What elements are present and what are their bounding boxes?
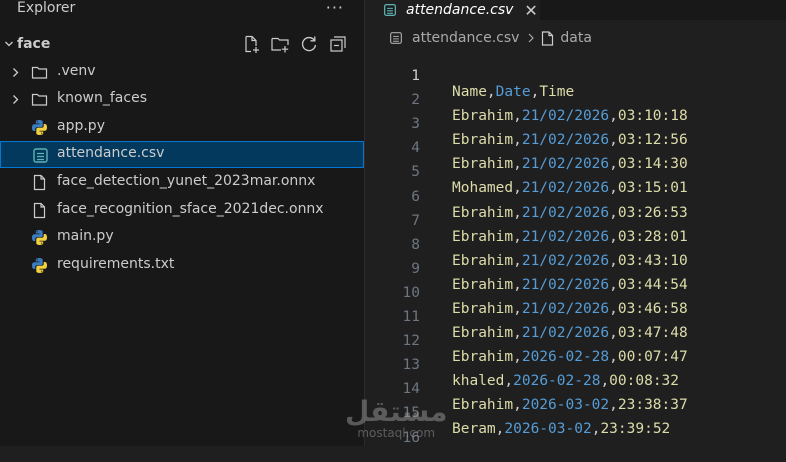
- line-text: Ebrahim,2026-02-28,00:07:47: [452, 349, 688, 366]
- chevron-down-icon: [5, 41, 13, 47]
- more-icon[interactable]: ···: [326, 0, 344, 17]
- tree-item-label: app.py: [57, 118, 105, 134]
- tree-item-requirements-txt[interactable]: requirements.txt: [0, 252, 364, 279]
- tree-item-main-py[interactable]: main.py: [0, 224, 364, 251]
- code-line: 2 Ebrahim,21/02/2026,03:10:18: [366, 76, 687, 124]
- code-line: 1 Name,Date,Time: [366, 52, 574, 100]
- watermark-logo: مستقل: [345, 395, 448, 428]
- tree-item-label: attendance.csv: [57, 145, 165, 161]
- line-text: Ebrahim,21/02/2026,03:46:58: [452, 300, 688, 317]
- file-icon: [542, 30, 554, 46]
- code-line: 3 Ebrahim,21/02/2026,03:12:56: [366, 100, 687, 148]
- code-line: 14 Ebrahim,2026-03-02,23:38:37: [366, 365, 688, 413]
- line-text: Ebrahim,21/02/2026,03:12:56: [452, 132, 688, 149]
- new-file-icon[interactable]: [241, 34, 261, 54]
- tree-item-face-detection-onnx[interactable]: face_detection_yunet_2023mar.onnx: [0, 169, 364, 196]
- python-icon: [32, 230, 47, 245]
- refresh-icon[interactable]: [299, 34, 319, 54]
- line-text: Ebrahim,21/02/2026,03:10:18: [452, 108, 688, 125]
- tree-item-face-recognition-onnx[interactable]: face_recognition_sface_2021dec.onnx: [0, 197, 364, 224]
- code-line: 13 khaled,2026-02-28,00:08:32: [366, 341, 679, 389]
- tree-item-label: .venv: [57, 63, 96, 79]
- code-line: 7 Ebrahim,21/02/2026,03:28:01: [366, 197, 687, 245]
- workspace-folder-name: face: [17, 36, 51, 52]
- workspace-folder[interactable]: face: [0, 31, 364, 57]
- line-text: Ebrahim,21/02/2026,03:28:01: [452, 228, 688, 245]
- code-line: 5 Mohamed,21/02/2026,03:15:01: [366, 148, 687, 196]
- line-text: Ebrahim,21/02/2026,03:47:48: [452, 325, 688, 341]
- collapse-all-icon[interactable]: [328, 34, 348, 54]
- new-folder-icon[interactable]: [270, 34, 290, 54]
- breadcrumb: attendance.csv data: [366, 28, 592, 48]
- tab-label: attendance.csv: [406, 2, 514, 18]
- tree-item-label: known_faces: [57, 90, 147, 106]
- tab-attendance-csv[interactable]: attendance.csv ✕: [366, 0, 540, 20]
- python-icon: [32, 258, 47, 273]
- chevron-right-icon: [528, 33, 535, 43]
- code-line: 11 Ebrahim,21/02/2026,03:47:48: [366, 293, 688, 341]
- close-icon[interactable]: ✕: [524, 1, 537, 20]
- explorer-sidebar: Explorer ··· face .venv known_faces app.…: [0, 0, 365, 446]
- editor: attendance.csv ✕ attendance.csv data 1 N…: [366, 0, 786, 446]
- line-text: Mohamed,21/02/2026,03:15:01: [452, 180, 688, 197]
- breadcrumb-file[interactable]: attendance.csv: [412, 30, 519, 46]
- code-line: 4 Ebrahim,21/02/2026,03:14:30: [366, 124, 687, 172]
- file-icon: [33, 202, 46, 219]
- tree-item-label: requirements.txt: [57, 256, 175, 272]
- tree-item-venv[interactable]: .venv: [0, 59, 364, 86]
- tree-item-known-faces[interactable]: known_faces: [0, 86, 364, 113]
- csv-icon: [390, 32, 402, 44]
- folder-icon: [31, 66, 48, 79]
- line-text: Ebrahim,21/02/2026,03:44:54: [452, 276, 688, 293]
- line-text: Name,Date,Time: [452, 84, 575, 100]
- tab-bar: attendance.csv ✕: [366, 0, 786, 20]
- explorer-header: Explorer ···: [0, 0, 364, 20]
- file-icon: [33, 174, 46, 191]
- line-text: Ebrahim,21/02/2026,03:26:53: [452, 204, 688, 221]
- code-line: 12 Ebrahim,2026-02-28,00:07:47: [366, 317, 688, 365]
- tree-item-label: face_detection_yunet_2023mar.onnx: [57, 173, 316, 189]
- explorer-actions: [241, 34, 348, 54]
- chevron-right-icon: [13, 95, 19, 104]
- watermark: مستقل mostaql.com: [345, 395, 448, 441]
- watermark-site: mostaql.com: [357, 426, 436, 440]
- folder-icon: [31, 93, 48, 106]
- tree-item-attendance-csv[interactable]: attendance.csv: [0, 141, 364, 168]
- csv-icon: [33, 148, 48, 163]
- csv-icon: [384, 4, 396, 16]
- code-line: 8 Ebrahim,21/02/2026,03:43:10: [366, 221, 687, 269]
- tree-item-label: face_recognition_sface_2021dec.onnx: [57, 201, 324, 217]
- chevron-right-icon: [13, 68, 19, 77]
- line-text: khaled,2026-02-28,00:08:32: [452, 373, 680, 390]
- line-text: Beram,2026-03-02,23:39:52: [452, 421, 671, 438]
- tree-item-app-py[interactable]: app.py: [0, 114, 364, 141]
- code-line: 6 Ebrahim,21/02/2026,03:26:53: [366, 173, 687, 221]
- line-text: Ebrahim,2026-03-02,23:38:37: [452, 397, 688, 414]
- explorer-title: Explorer: [17, 0, 76, 16]
- breadcrumb-symbol[interactable]: data: [560, 30, 592, 46]
- tree-item-label: main.py: [57, 228, 114, 244]
- line-text: Ebrahim,21/02/2026,03:43:10: [452, 252, 688, 269]
- python-icon: [32, 120, 47, 135]
- code-line: 10 Ebrahim,21/02/2026,03:46:58: [366, 269, 688, 317]
- line-text: Ebrahim,21/02/2026,03:14:30: [452, 156, 688, 173]
- code-line: 9 Ebrahim,21/02/2026,03:44:54: [366, 245, 687, 293]
